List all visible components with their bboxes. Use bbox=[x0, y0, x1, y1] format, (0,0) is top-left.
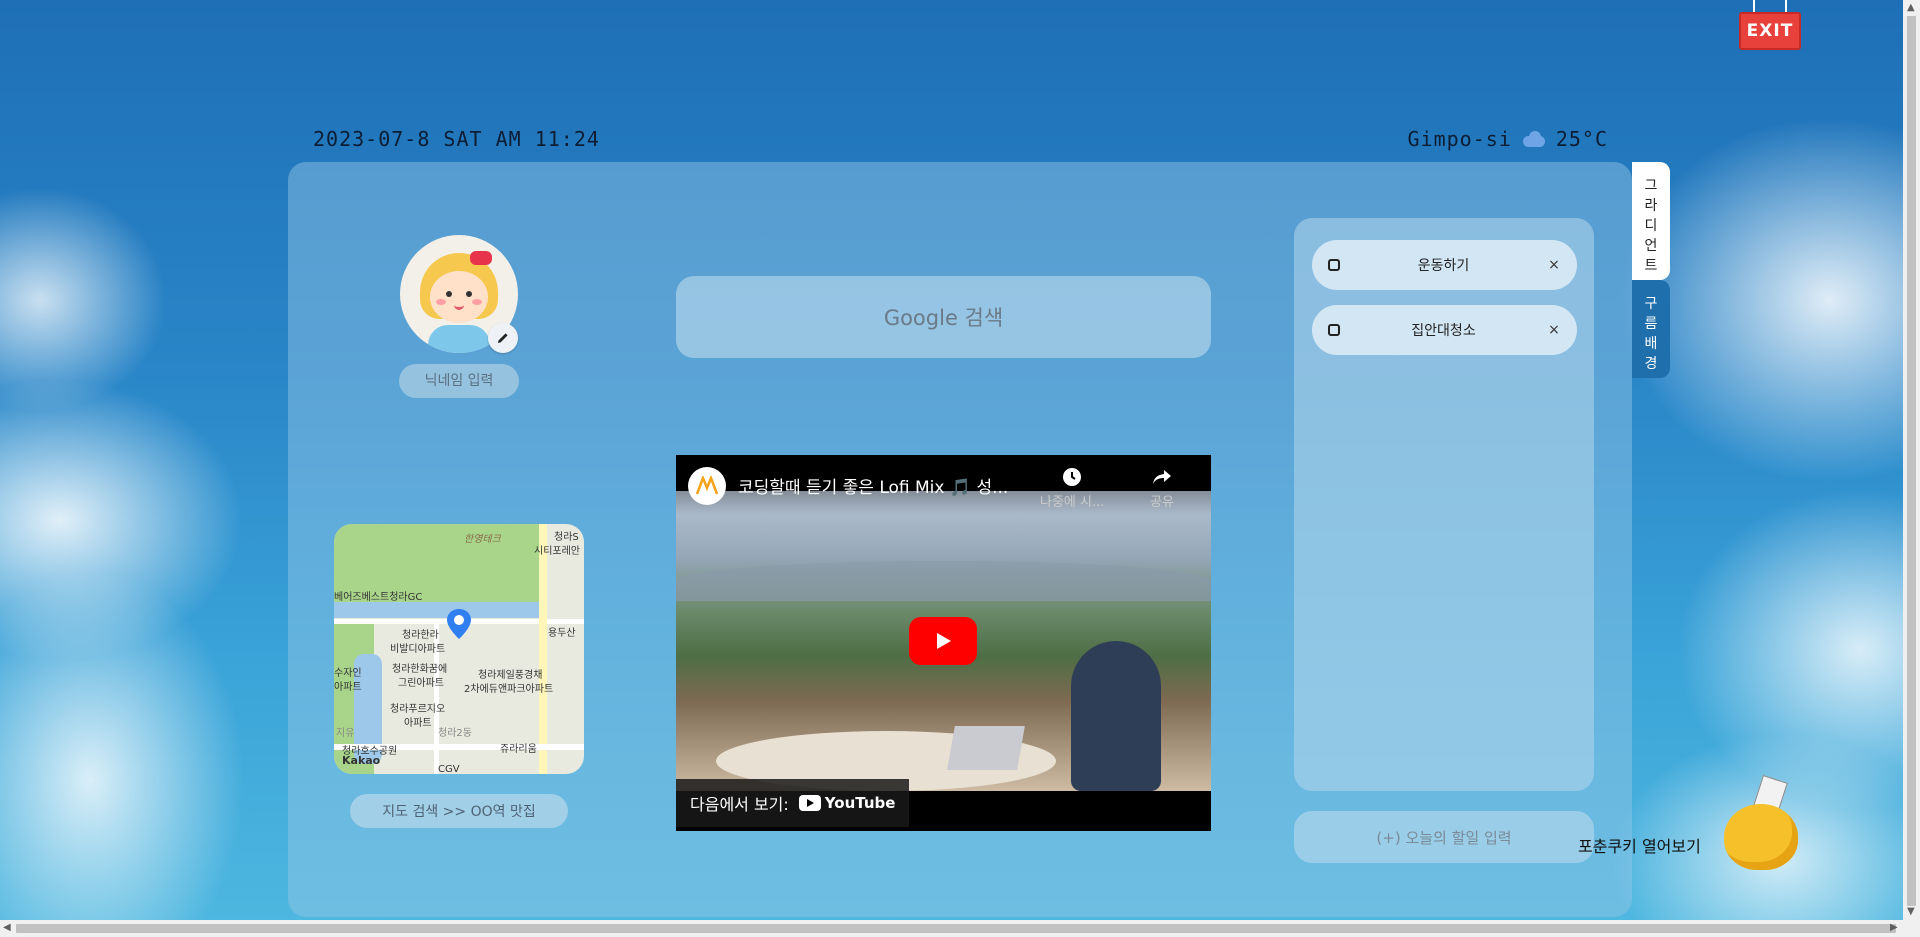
kakao-watermark: Kakao bbox=[342, 754, 381, 767]
map-pin-icon bbox=[447, 609, 471, 639]
weather-display: Gimpo-si 25°C bbox=[1408, 127, 1609, 151]
share-label: 공유 bbox=[1150, 495, 1174, 510]
map-label: 그린아파트 bbox=[398, 678, 444, 689]
clock-icon bbox=[1063, 468, 1082, 486]
horizontal-scroll-thumb[interactable] bbox=[16, 924, 1896, 933]
watch-later-label: 나중에 시... bbox=[1040, 495, 1105, 510]
share-button[interactable]: 공유 bbox=[1150, 467, 1174, 510]
scroll-left-icon[interactable]: ◀ bbox=[3, 922, 11, 933]
youtube-logo-text: YouTube bbox=[824, 794, 896, 812]
map-label: 시티포레안 bbox=[534, 546, 580, 557]
map-label: 청라2동 bbox=[438, 728, 472, 739]
map-label: 쥬라리움 bbox=[500, 744, 537, 755]
map-label: 수자인 bbox=[334, 668, 362, 679]
map-label: CGV bbox=[438, 764, 460, 774]
todo-checkbox[interactable] bbox=[1328, 324, 1340, 336]
todo-input[interactable]: (+) 오늘의 할일 입력 bbox=[1294, 811, 1594, 863]
watch-on-label: 다음에서 보기: bbox=[690, 795, 789, 814]
theme-tabs: 그 라 디 언 트 구 름 배 경 bbox=[1632, 162, 1670, 378]
fortune-cookie-label[interactable]: 포춘쿠키 열어보기 bbox=[1578, 833, 1701, 857]
map-label: 청라한라 bbox=[402, 630, 439, 641]
exit-sign: EXIT bbox=[1739, 0, 1803, 52]
location-label: Gimpo-si bbox=[1407, 127, 1512, 151]
nickname-button[interactable]: 닉네임 입력 bbox=[399, 364, 519, 398]
cloud-icon bbox=[1520, 130, 1548, 148]
map-label: 지유 bbox=[336, 728, 355, 739]
tab-cloud-char: 구 bbox=[1644, 296, 1658, 312]
map-view[interactable]: 한영테크 청라S 시티포레안 베어즈베스트청라GC 청라한라 비발디아파트 청라… bbox=[334, 524, 584, 774]
scroll-right-icon[interactable]: ▶ bbox=[1890, 922, 1898, 933]
play-button[interactable] bbox=[909, 617, 977, 665]
tab-gradient-char: 트 bbox=[1644, 258, 1658, 274]
map-label: 베어즈베스트청라GC bbox=[334, 592, 423, 603]
horizontal-scrollbar[interactable]: ◀ ▶ bbox=[0, 920, 1920, 937]
pencil-icon[interactable] bbox=[488, 323, 518, 353]
youtube-logo-icon: YouTube bbox=[798, 794, 896, 812]
watch-on-youtube-button[interactable]: 다음에서 보기: YouTube bbox=[676, 779, 910, 827]
todo-text: 집안대청소 bbox=[1411, 323, 1476, 339]
tab-gradient-char: 라 bbox=[1644, 198, 1658, 214]
google-search-input[interactable]: Google 검색 bbox=[676, 276, 1211, 358]
todo-item: 집안대청소 × bbox=[1312, 305, 1577, 355]
tab-cloud-char: 경 bbox=[1644, 356, 1658, 372]
youtube-player[interactable]: 코딩할때 듣기 좋은 Lofi Mix 🎵 성... 나중에 시... 공유 다… bbox=[676, 455, 1211, 831]
play-icon bbox=[937, 633, 951, 649]
todo-checkbox[interactable] bbox=[1328, 259, 1340, 271]
temperature-label: 25°C bbox=[1555, 127, 1608, 151]
todo-panel bbox=[1294, 218, 1594, 791]
map-label: 2차에듀앤파크아파트 bbox=[464, 684, 554, 695]
map-search-link[interactable]: 지도 검색 >> OO역 맛집 bbox=[350, 794, 568, 828]
map-label: 용두산 bbox=[548, 628, 576, 639]
todo-delete-button[interactable]: × bbox=[1547, 322, 1561, 338]
exit-button[interactable]: EXIT bbox=[1739, 12, 1801, 50]
tab-gradient-char: 그 bbox=[1644, 178, 1658, 194]
tab-cloud-background[interactable]: 구 름 배 경 bbox=[1632, 280, 1670, 378]
vertical-scroll-thumb[interactable] bbox=[1907, 16, 1916, 906]
scroll-up-icon[interactable]: ▲ bbox=[1907, 2, 1915, 13]
map-label: 아파트 bbox=[404, 718, 432, 729]
map-label: 아파트 bbox=[334, 682, 362, 693]
share-icon bbox=[1152, 470, 1171, 484]
map-label: 청라제일풍경채 bbox=[478, 670, 543, 681]
map-label: 청라한화꿈에 bbox=[392, 664, 448, 675]
video-title[interactable]: 코딩할때 듣기 좋은 Lofi Mix 🎵 성... bbox=[738, 473, 1008, 498]
channel-logo-icon[interactable] bbox=[688, 467, 726, 505]
tab-cloud-char: 배 bbox=[1644, 336, 1658, 352]
map-label: 청라S bbox=[554, 532, 579, 543]
todo-item: 운동하기 × bbox=[1312, 240, 1577, 290]
tab-gradient[interactable]: 그 라 디 언 트 bbox=[1632, 162, 1670, 280]
map-label: 청라푸르지오 bbox=[390, 704, 446, 715]
vertical-scrollbar[interactable]: ▲ ▼ bbox=[1903, 0, 1920, 920]
scroll-down-icon[interactable]: ▼ bbox=[1907, 906, 1915, 917]
todo-text: 운동하기 bbox=[1417, 258, 1470, 274]
tab-gradient-char: 언 bbox=[1644, 238, 1658, 254]
tab-gradient-char: 디 bbox=[1644, 218, 1658, 234]
watch-later-button[interactable]: 나중에 시... bbox=[1040, 467, 1104, 510]
map-label: 비발디아파트 bbox=[390, 644, 446, 655]
fortune-cookie-icon[interactable] bbox=[1722, 775, 1802, 876]
map-label: 한영테크 bbox=[464, 534, 501, 545]
datetime-display: 2023-07-8 SAT AM 11:24 bbox=[313, 127, 600, 151]
todo-delete-button[interactable]: × bbox=[1547, 257, 1561, 273]
tab-cloud-char: 름 bbox=[1644, 316, 1658, 332]
